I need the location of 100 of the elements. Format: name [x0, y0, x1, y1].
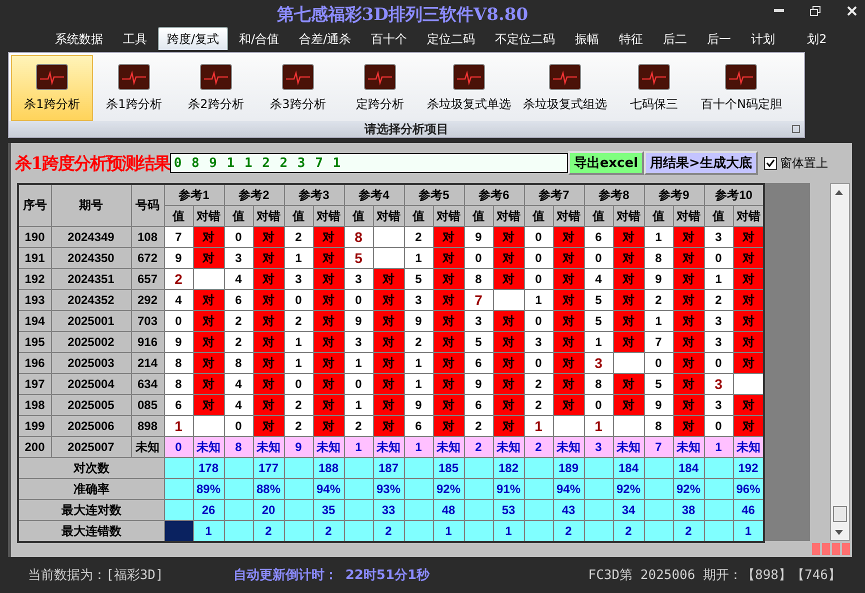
ecg-monitor-icon — [364, 64, 396, 90]
ribbon-button[interactable]: 杀垃圾复式组选 — [517, 55, 613, 121]
table-cell: 9 — [404, 310, 433, 332]
table-cell: 38 — [673, 500, 704, 520]
table-cell: 185 — [433, 458, 464, 478]
row-label: 对次数 — [18, 458, 164, 478]
vertical-scrollbar[interactable] — [830, 183, 850, 541]
hit-cell: 对 — [373, 352, 404, 374]
column-header: 参考9 — [644, 184, 704, 206]
ribbon-button[interactable]: 杀3跨分析 — [257, 55, 339, 121]
menu-tab[interactable]: 定位二码 — [418, 27, 484, 50]
table-cell: 未知 — [733, 436, 764, 458]
table-cell: 3 — [704, 374, 733, 394]
hit-cell: 对 — [673, 352, 704, 374]
menu-tab[interactable]: 特征 — [610, 27, 652, 50]
table-cell: 7 — [164, 226, 193, 248]
menu-tab[interactable]: 后一 — [698, 27, 740, 50]
table-cell: 1 — [733, 520, 764, 542]
selected-cell[interactable] — [164, 520, 193, 542]
table-cell: 20 — [253, 500, 284, 520]
hit-cell: 对 — [733, 310, 764, 332]
menu-tab[interactable]: 百十个 — [362, 27, 416, 50]
menu-tab[interactable]: 跨度/复式 — [158, 27, 228, 50]
table-cell: 9 — [404, 394, 433, 416]
hit-cell: 对 — [553, 394, 584, 416]
menu-tab[interactable]: 划2 — [798, 27, 836, 50]
menu-tab[interactable]: 计划 — [742, 27, 784, 50]
scroll-down-arrow-icon[interactable] — [835, 530, 843, 535]
table-cell: 9 — [284, 436, 313, 458]
table-cell: 2 — [673, 520, 704, 542]
menu-tab[interactable]: 后二 — [654, 27, 696, 50]
menu-tab[interactable]: 系统数据 — [46, 27, 112, 50]
column-header: 参考6 — [464, 184, 524, 206]
menu-tab[interactable]: 振幅 — [566, 27, 608, 50]
table-cell: 4 — [224, 394, 253, 416]
ribbon-button[interactable]: 杀2跨分析 — [175, 55, 257, 121]
table-cell: 1 — [404, 436, 433, 458]
menu-tab[interactable]: 工具 — [114, 27, 156, 50]
scroll-up-arrow-icon[interactable] — [835, 190, 843, 195]
ribbon-button[interactable]: 百十个N码定胆 — [695, 55, 788, 121]
table-cell: 2024350 — [51, 248, 131, 268]
ribbon-button[interactable]: 杀1跨分析 — [93, 55, 175, 121]
table-cell: 2025002 — [51, 332, 131, 352]
minimize-icon[interactable] — [774, 9, 784, 13]
menu-tab[interactable]: 不定位二码 — [486, 27, 564, 50]
table-cell: 2 — [404, 226, 433, 248]
hit-cell: 对 — [193, 226, 224, 248]
hit-cell: 对 — [253, 290, 284, 310]
table-cell: 8 — [644, 248, 673, 268]
table-cell: 2 — [284, 226, 313, 248]
hit-cell: 对 — [733, 416, 764, 436]
countdown-label: 自动更新倒计时： — [233, 566, 338, 584]
column-header: 值 — [344, 206, 373, 226]
hit-cell: 对 — [313, 394, 344, 416]
table-cell: 191 — [18, 248, 51, 268]
table-cell: 4 — [224, 374, 253, 394]
scrollbar-thumb[interactable] — [833, 506, 847, 522]
column-header: 参考2 — [224, 184, 284, 206]
menu-tab[interactable]: 合差/通杀 — [290, 27, 360, 50]
table-cell: 6 — [224, 290, 253, 310]
column-header: 值 — [704, 206, 733, 226]
expand-corner-icon[interactable] — [792, 125, 800, 133]
table-cell: 634 — [131, 374, 164, 394]
table-cell: 3 — [344, 268, 373, 290]
hit-cell: 对 — [193, 352, 224, 374]
prediction-field[interactable]: 0 8 9 1 1 2 2 3 7 1 — [170, 153, 568, 173]
hit-cell: 对 — [313, 352, 344, 374]
restore-icon[interactable] — [810, 6, 821, 16]
table-cell: 0 — [284, 374, 313, 394]
ribbon-button[interactable]: 杀垃圾复式单选 — [421, 55, 517, 121]
table-cell: 未知 — [553, 436, 584, 458]
hit-cell: 对 — [553, 290, 584, 310]
table-cell: 0 — [524, 226, 553, 248]
action-button[interactable]: 导出excel — [568, 151, 644, 175]
close-icon[interactable] — [847, 6, 857, 16]
action-button[interactable]: 用结果>生成大底 — [644, 151, 758, 175]
table-cell: 9 — [164, 332, 193, 352]
table-cell: 未知 — [673, 436, 704, 458]
latest-draw-text: FC3D第 2025006 期开：【898】【746】 — [588, 567, 841, 584]
table-cell: 189 — [553, 458, 584, 478]
table-cell: 0 — [344, 290, 373, 310]
column-header: 值 — [224, 206, 253, 226]
hit-cell: 对 — [733, 352, 764, 374]
table-cell: 6 — [464, 394, 493, 416]
table-cell: 53 — [493, 500, 524, 520]
table-cell: 8 — [584, 374, 613, 394]
menu-tab[interactable]: 和/合值 — [230, 27, 288, 50]
table-cell: 2024349 — [51, 226, 131, 248]
stay-on-top-checkbox[interactable]: 窗体置上 — [764, 154, 828, 172]
hit-cell: 对 — [433, 310, 464, 332]
ecg-monitor-icon — [453, 64, 485, 90]
table-cell: 184 — [613, 458, 644, 478]
hit-cell: 对 — [553, 226, 584, 248]
column-header: 对错 — [373, 206, 404, 226]
table-cell: 0 — [164, 310, 193, 332]
row-label: 准确率 — [18, 478, 164, 500]
table-cell: 1 — [164, 416, 193, 436]
ribbon-button[interactable]: 定跨分析 — [339, 55, 421, 121]
ribbon-button[interactable]: 七码保三 — [613, 55, 695, 121]
ribbon-button[interactable]: 杀1跨分析 — [11, 55, 93, 121]
